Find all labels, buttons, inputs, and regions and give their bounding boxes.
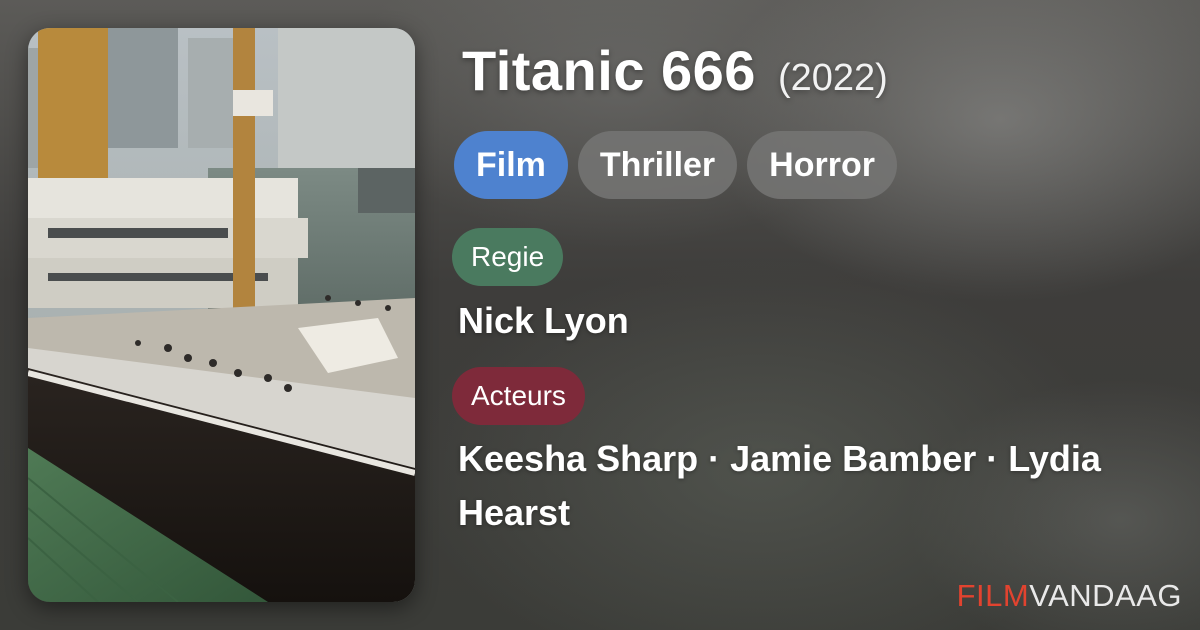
genre-tag-horror[interactable]: Horror	[747, 131, 897, 199]
title-row: Titanic 666 (2022)	[462, 38, 888, 110]
movie-poster	[28, 28, 415, 602]
logo-part-film: FILM	[956, 578, 1030, 613]
ship-poster-image	[28, 28, 415, 602]
director-name[interactable]: Nick Lyon	[458, 294, 629, 348]
site-logo[interactable]: FILMVANDAAG	[957, 578, 1182, 614]
cast-names[interactable]: Keesha Sharp · Jamie Bamber · Lydia Hear…	[458, 432, 1158, 540]
movie-year: (2022)	[777, 57, 888, 99]
genre-tag-thriller[interactable]: Thriller	[577, 131, 738, 199]
genre-tags: Film Thriller Horror	[454, 131, 897, 199]
movie-title: Titanic 666	[462, 39, 756, 102]
logo-part-vandaag: VANDAAG	[1029, 578, 1182, 613]
cast-label: Acteurs	[452, 367, 585, 425]
genre-tag-film[interactable]: Film	[454, 131, 568, 199]
director-label: Regie	[452, 228, 564, 286]
